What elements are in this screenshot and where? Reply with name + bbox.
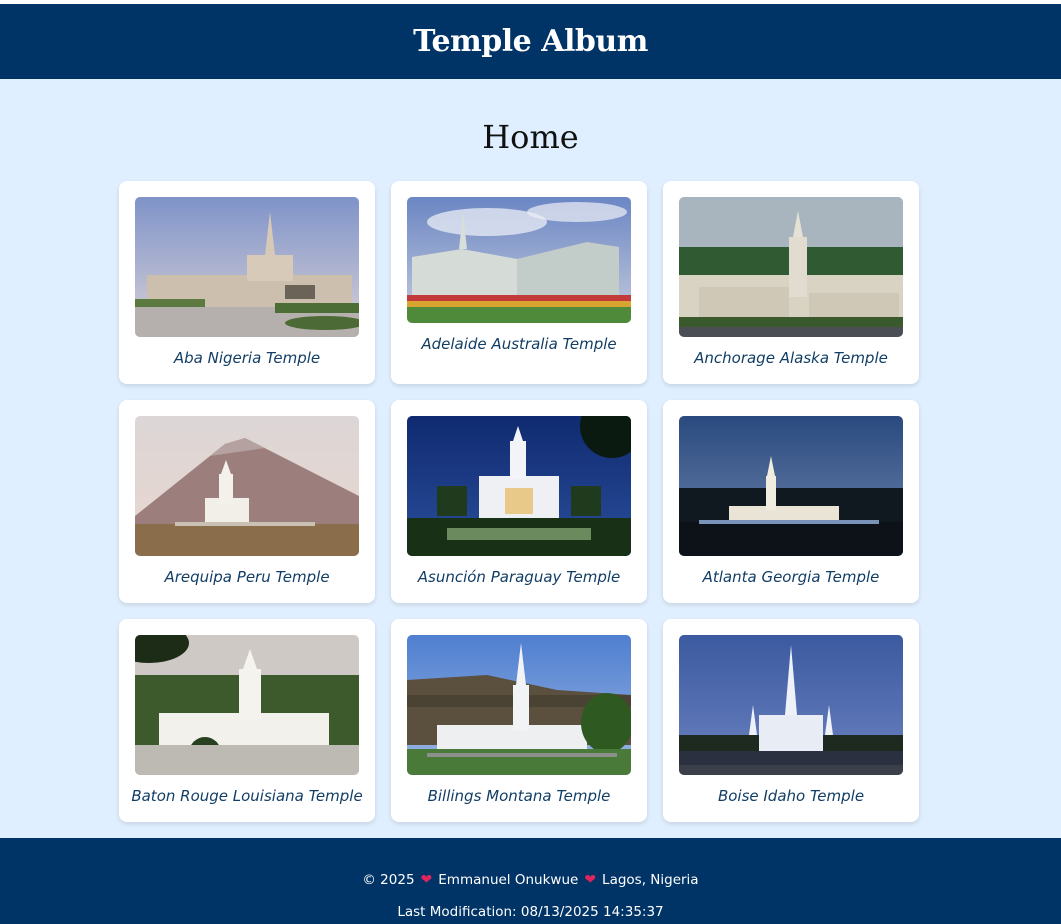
heart-icon: ❤ — [420, 872, 433, 888]
temple-card: Adelaide Australia Temple — [391, 181, 647, 384]
temple-photo — [135, 197, 359, 337]
temple-name: Boise Idaho Temple — [717, 787, 865, 805]
temple-gallery: Aba Nigeria Temple Adelaide Australia Te… — [119, 181, 919, 822]
page-heading: Home — [482, 118, 579, 156]
site-title: Temple Album — [413, 24, 648, 59]
temple-photo — [407, 635, 631, 775]
site-footer: © 2025 ❤ Emmanuel Onukwue ❤ Lagos, Nigeria L… — [0, 838, 1061, 924]
heart-icon: ❤ — [584, 872, 597, 888]
temple-card: Baton Rouge Louisiana Temple — [119, 619, 375, 822]
temple-card: Aba Nigeria Temple — [119, 181, 375, 384]
temple-photo — [679, 416, 903, 556]
temple-name: Adelaide Australia Temple — [421, 335, 617, 353]
temple-card: Billings Montana Temple — [391, 619, 647, 822]
temple-name: Aba Nigeria Temple — [173, 349, 321, 367]
temple-name: Arequipa Peru Temple — [164, 568, 330, 586]
temple-name: Atlanta Georgia Temple — [702, 568, 880, 586]
temple-photo — [407, 197, 631, 323]
temple-card: Boise Idaho Temple — [663, 619, 919, 822]
temple-name: Billings Montana Temple — [427, 787, 611, 805]
site-header: Temple Album — [0, 4, 1061, 79]
temple-card: Anchorage Alaska Temple — [663, 181, 919, 384]
temple-card: Asunción Paraguay Temple — [391, 400, 647, 603]
temple-photo — [135, 635, 359, 775]
last-modified: Last Modification: 08/13/2025 14:35:37 — [397, 904, 664, 920]
temple-photo — [679, 197, 903, 337]
temple-photo — [135, 416, 359, 556]
temple-card: Arequipa Peru Temple — [119, 400, 375, 603]
temple-name: Anchorage Alaska Temple — [694, 349, 888, 367]
footer-credits: © 2025 ❤ Emmanuel Onukwue ❤ Lagos, Nigeria — [0, 872, 1061, 888]
temple-name: Asunción Paraguay Temple — [417, 568, 621, 586]
author-name: Emmanuel Onukwue — [438, 872, 579, 888]
temple-photo — [679, 635, 903, 775]
temple-name: Baton Rouge Louisiana Temple — [131, 787, 363, 805]
location: Lagos, Nigeria — [602, 872, 699, 888]
temple-photo — [407, 416, 631, 556]
copyright: © 2025 — [362, 872, 415, 888]
temple-card: Atlanta Georgia Temple — [663, 400, 919, 603]
